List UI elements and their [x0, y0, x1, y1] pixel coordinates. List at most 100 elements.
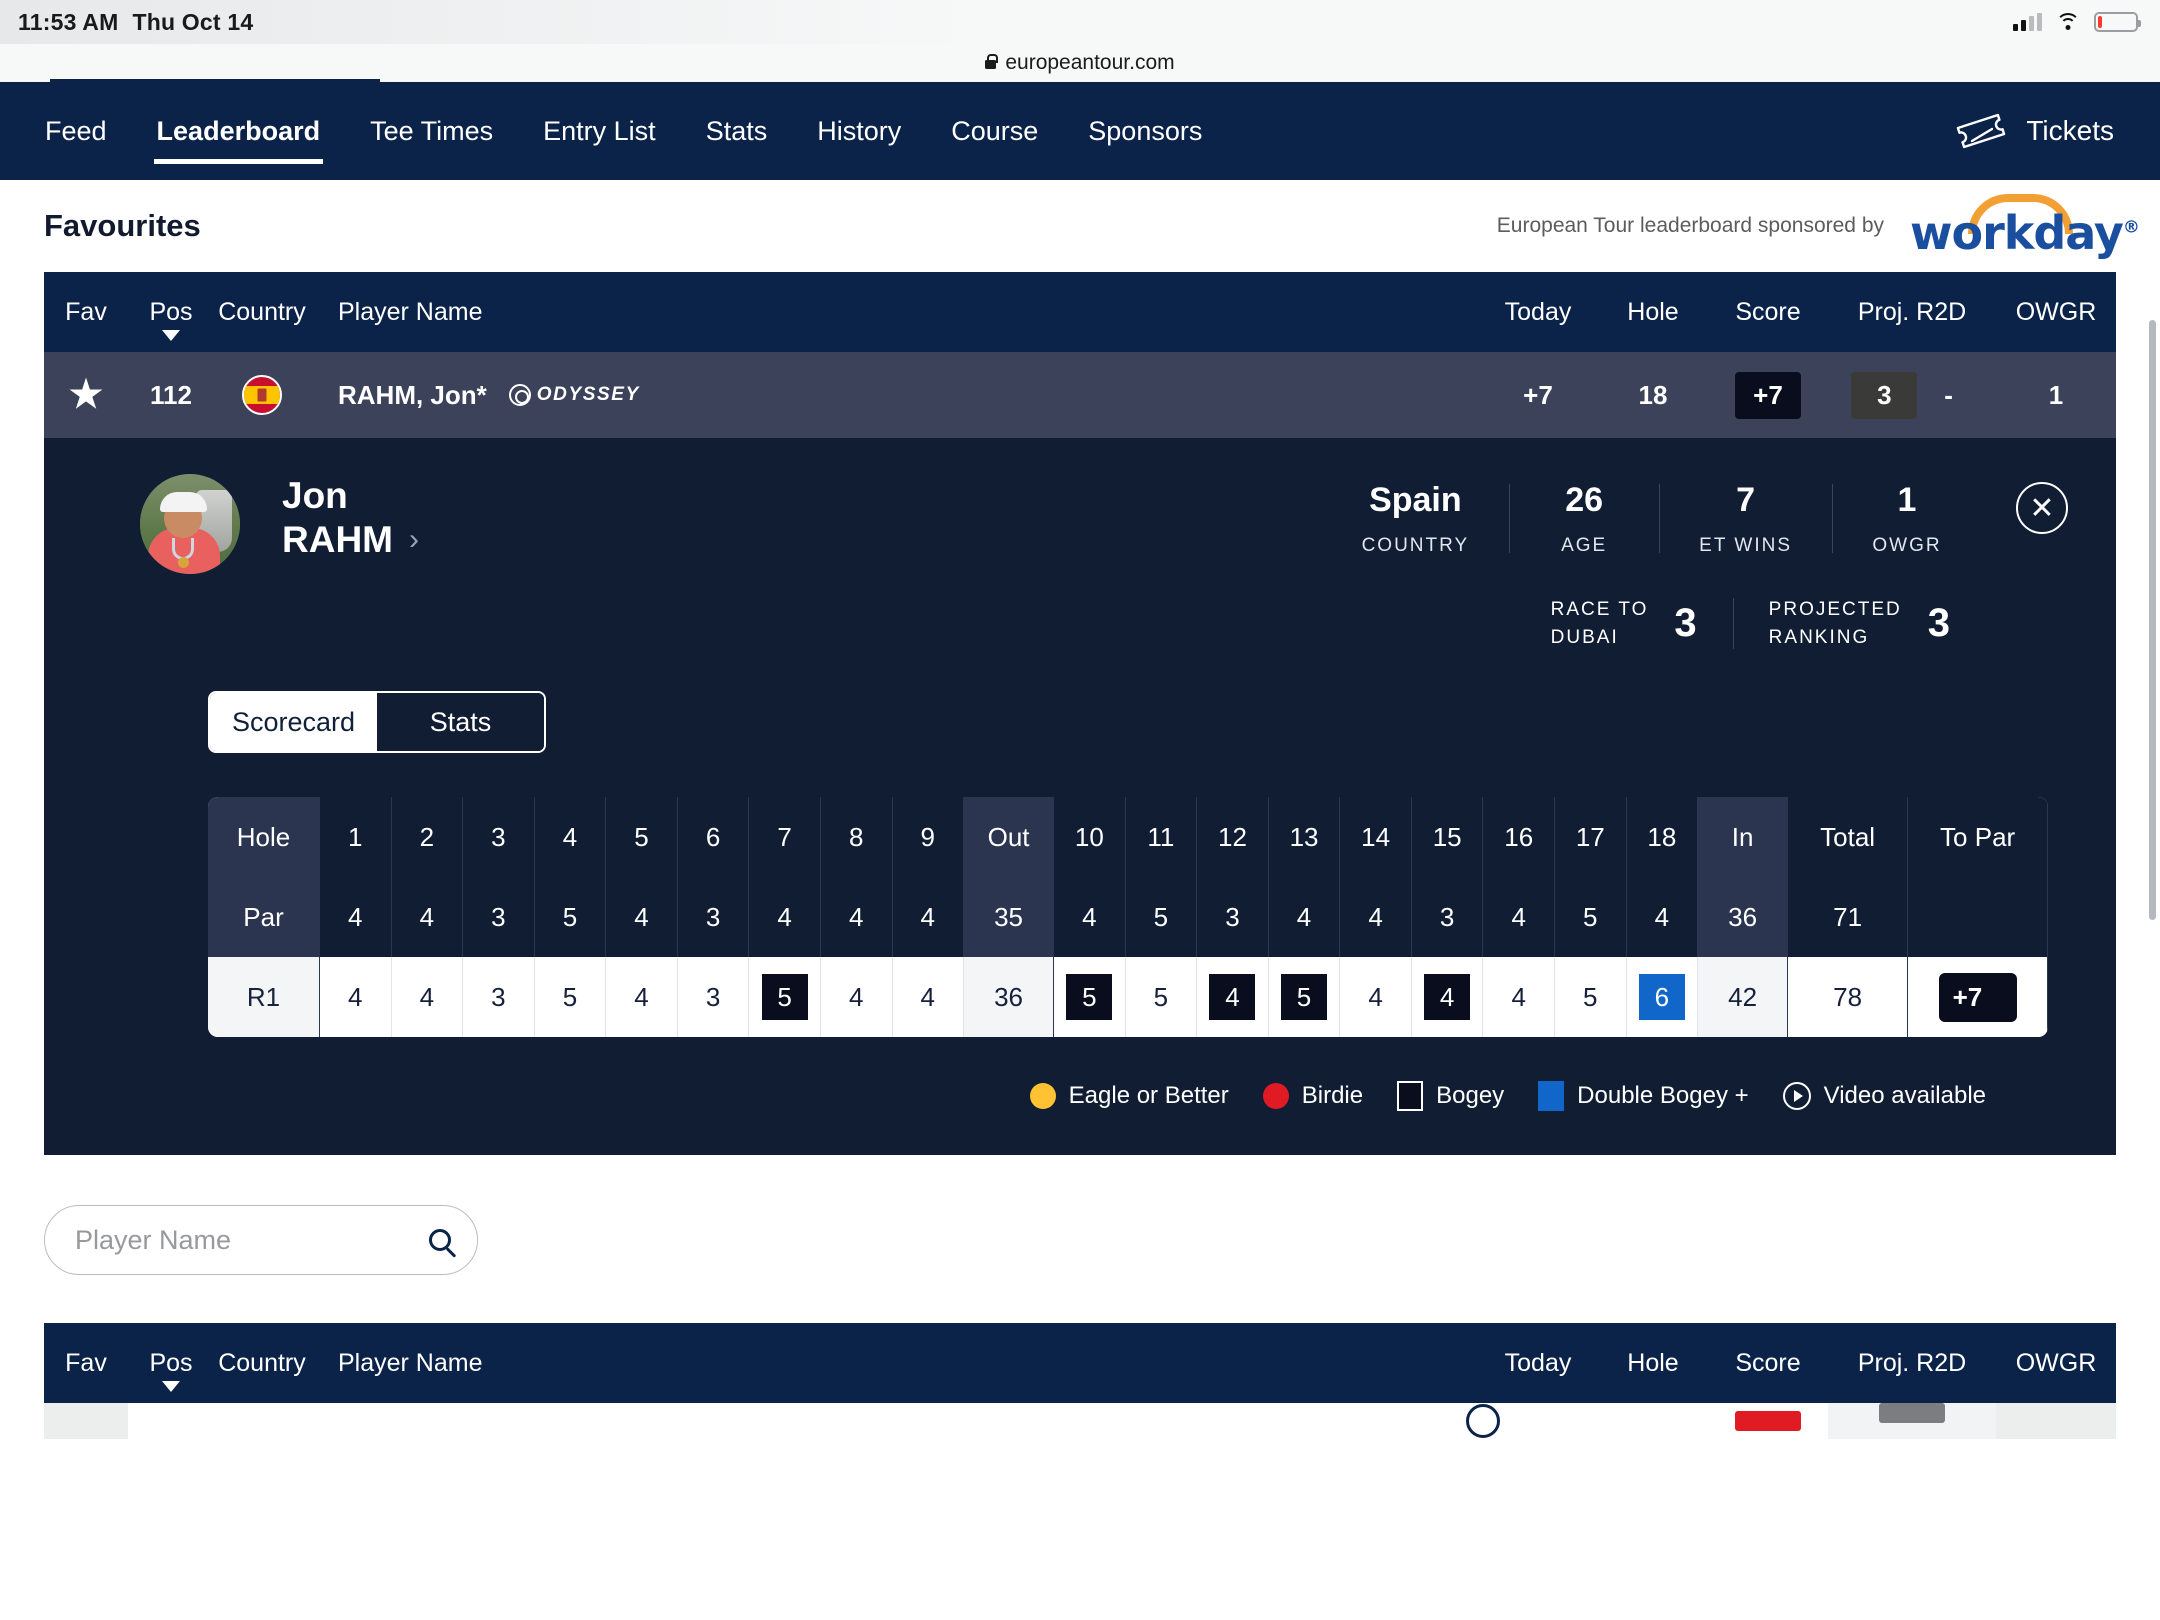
column-header-fav-bottom[interactable]: Fav — [44, 1349, 128, 1378]
bogey-square-icon — [1397, 1081, 1424, 1112]
odyssey-wordmark: ODYSSEY — [536, 384, 640, 405]
search-box[interactable] — [44, 1205, 478, 1276]
column-header-hole[interactable]: Hole — [1598, 298, 1708, 327]
star-filled-icon: ★ — [68, 374, 104, 416]
scorecard-score-hole-1: 4 — [320, 957, 392, 1038]
column-header-today[interactable]: Today — [1478, 298, 1598, 327]
nav-item-feed[interactable]: Feed — [20, 82, 132, 180]
search-input[interactable] — [75, 1224, 429, 1256]
column-header-proj-r2d-bottom[interactable]: Proj. R2D — [1828, 1349, 1996, 1378]
column-header-hole-bottom[interactable]: Hole — [1598, 1349, 1708, 1378]
partial-fav-cell — [44, 1403, 128, 1440]
site-top-navigation: Feed Leaderboard Tee Times Entry List St… — [0, 82, 2160, 180]
scorecard-par-5: 4 — [606, 877, 678, 958]
column-header-player-name-bottom[interactable]: Player Name — [310, 1349, 1478, 1378]
tickets-button[interactable]: Tickets — [1952, 111, 2134, 151]
scorecard-hole-5: 5 — [606, 797, 678, 878]
table-row[interactable] — [44, 1403, 2116, 1440]
column-header-pos[interactable]: Pos — [128, 298, 214, 341]
nav-item-stats[interactable]: Stats — [681, 82, 793, 180]
eagle-circle-icon — [1029, 1083, 1056, 1110]
column-header-score[interactable]: Score — [1708, 298, 1828, 327]
stat-country: Spain COUNTRY — [1322, 480, 1510, 557]
race-to-dubai-label-line2: DUBAI — [1550, 626, 1619, 648]
nav-item-entry-list[interactable]: Entry List — [518, 82, 681, 180]
stat-owgr: 1 OWGR — [1832, 480, 1982, 557]
stat-country-label: COUNTRY — [1361, 534, 1470, 556]
column-header-pos-bottom[interactable]: Pos — [128, 1348, 214, 1392]
legend-video-label: Video available — [1823, 1082, 1986, 1110]
page-scrollbar[interactable] — [2149, 320, 2156, 920]
projected-ranking: PROJECTED RANKING 3 — [1732, 596, 1986, 651]
scorecard-hole-17: 17 — [1555, 797, 1627, 878]
stat-owgr-value: 1 — [1897, 481, 1917, 519]
nav-item-leaderboard[interactable]: Leaderboard — [132, 82, 346, 180]
scorecard-score-hole-17: 5 — [1555, 957, 1627, 1038]
projected-ranking-label: PROJECTED RANKING — [1769, 596, 1902, 651]
stat-age-value: 26 — [1565, 481, 1604, 519]
partial-score-cell — [1708, 1411, 1828, 1432]
player-first-name: Jon — [282, 475, 348, 516]
player-name-cell[interactable]: RAHM, Jon* ODYSSEY — [310, 380, 1478, 411]
table-row[interactable]: ★ 112 RAHM, Jon* ODYSSEY +7 18 +7 3 - 1 — [44, 352, 2116, 438]
nav-item-tee-times[interactable]: Tee Times — [345, 82, 518, 180]
page-title: Favourites — [44, 208, 201, 243]
column-header-country[interactable]: Country — [214, 298, 310, 327]
favourite-star-button[interactable]: ★ — [44, 376, 128, 414]
scorecard-score-hole-10: 5 — [1054, 957, 1126, 1038]
partial-flag-cell — [1428, 1404, 1538, 1439]
sponsor-text: European Tour leaderboard sponsored by — [1496, 214, 1884, 237]
scorecard-par-17: 5 — [1555, 877, 1627, 958]
race-to-dubai-label-line1: RACE TO — [1550, 599, 1649, 620]
scorecard-topar-badge: +7 — [1938, 972, 2017, 1022]
favourites-leaderboard: Fav Pos Country Player Name Today Hole S… — [44, 272, 2116, 1156]
scorecard-par-9: 4 — [892, 877, 965, 958]
scorecard-topar-header: To Par — [1908, 797, 2048, 878]
status-bar-right — [2013, 0, 2141, 44]
tab-stats[interactable]: Stats — [377, 693, 544, 752]
player-name-block: Jon RAHM › — [282, 474, 419, 561]
close-circle-icon[interactable]: ✕ — [2016, 482, 2068, 534]
proj-r2d-cell: 3 - — [1828, 371, 1996, 419]
scorecard-score-hole-7: 5 — [749, 957, 821, 1038]
race-to-dubai-value: 3 — [1674, 601, 1697, 646]
workday-logo: workday® — [1910, 194, 2140, 260]
scorecard-hole-15: 15 — [1411, 797, 1484, 878]
scorecard-par-in: 36 — [1698, 877, 1789, 958]
scorecard-hole-9: 9 — [892, 797, 965, 878]
tab-scorecard[interactable]: Scorecard — [210, 693, 377, 752]
scorecard-par-13: 4 — [1268, 877, 1341, 958]
search-icon[interactable] — [429, 1229, 451, 1252]
scorecard-score-hole-11: 5 — [1125, 957, 1198, 1038]
column-header-country-bottom[interactable]: Country — [214, 1349, 310, 1378]
legend-double-bogey-label: Double Bogey + — [1577, 1082, 1749, 1110]
column-header-owgr[interactable]: OWGR — [1996, 298, 2116, 327]
column-header-owgr-bottom[interactable]: OWGR — [1996, 1349, 2116, 1378]
spain-crest — [257, 388, 267, 402]
player-last-name-row[interactable]: RAHM › — [282, 518, 419, 562]
column-header-fav[interactable]: Fav — [44, 298, 128, 327]
scorecard-in-header: In — [1698, 797, 1789, 878]
projected-ranking-value: 3 — [1927, 601, 1950, 646]
column-header-pos-bottom-label: Pos — [149, 1348, 193, 1377]
nav-item-course[interactable]: Course — [926, 82, 1063, 180]
stat-et-wins: 7 ET WINS — [1659, 480, 1832, 557]
browser-url-bar[interactable]: europeantour.com — [0, 44, 2160, 82]
stat-age: 26 AGE — [1509, 480, 1659, 557]
chevron-right-icon: › — [408, 522, 419, 556]
status-time: 11:53 AM — [18, 8, 119, 35]
scorecard-hole-11: 11 — [1125, 797, 1198, 878]
column-header-player-name[interactable]: Player Name — [310, 298, 1478, 327]
stat-et-wins-label: ET WINS — [1699, 534, 1792, 556]
nav-item-sponsors[interactable]: Sponsors — [1063, 82, 1227, 180]
scorecard-hole-7: 7 — [749, 797, 821, 878]
column-header-proj-r2d[interactable]: Proj. R2D — [1828, 298, 1996, 327]
column-header-today-bottom[interactable]: Today — [1478, 1349, 1598, 1378]
scorecard-hole-14: 14 — [1340, 797, 1412, 878]
page-content: Favourites European Tour leaderboard spo… — [0, 180, 2160, 1620]
column-header-score-bottom[interactable]: Score — [1708, 1349, 1828, 1378]
nav-item-history[interactable]: History — [792, 82, 926, 180]
leaderboard-bottom-header-row: Fav Pos Country Player Name Today Hole S… — [44, 1323, 2116, 1404]
proj-r2d-change: - — [1944, 379, 1953, 410]
scorecard-hole-2: 2 — [391, 797, 464, 878]
